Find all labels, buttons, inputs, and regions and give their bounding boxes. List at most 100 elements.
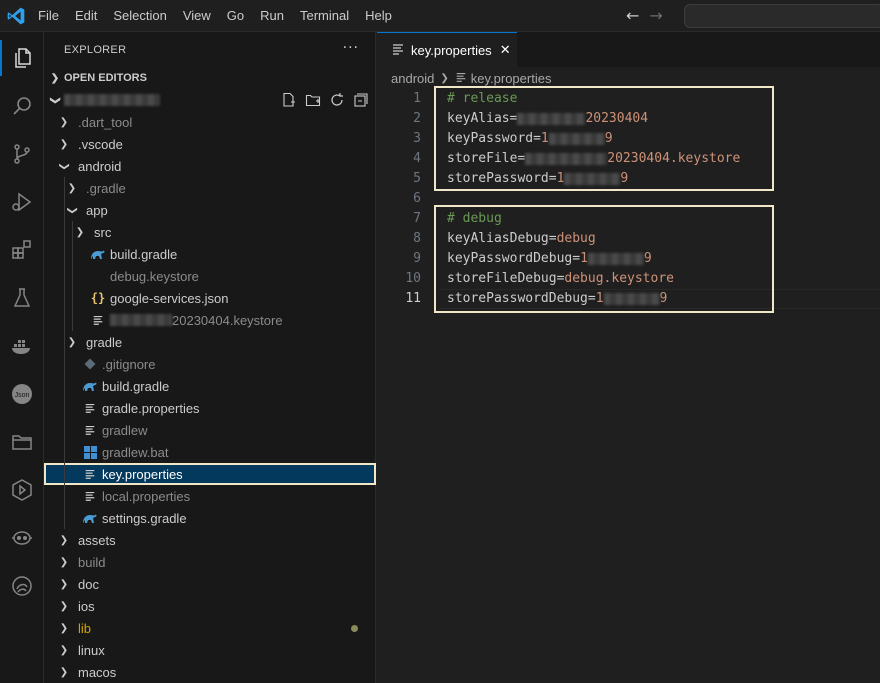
menu-view[interactable]: View	[175, 0, 219, 32]
new-file-icon[interactable]	[280, 91, 298, 109]
tree-item-label: local.properties	[102, 488, 191, 504]
tree-item[interactable]: ❯ gradle	[44, 331, 376, 353]
properties-file-icon	[391, 42, 405, 59]
tree-item[interactable]: key.properties	[44, 463, 376, 485]
tree-item[interactable]: ❯ ios	[44, 595, 376, 617]
tree-item-label: debug.keystore	[110, 268, 199, 284]
chevron-right-icon[interactable]: ❯	[56, 579, 72, 590]
tree-item[interactable]: settings.gradle	[44, 507, 376, 529]
tree-item[interactable]: ❯ .dart_tool	[44, 111, 376, 133]
forward-arrow-icon[interactable]: →	[649, 6, 662, 25]
git-diamond-icon	[82, 356, 98, 372]
indent-guide	[64, 199, 65, 221]
tree-item[interactable]: ❯ doc	[44, 573, 376, 595]
tree-item[interactable]: gradlew.bat	[44, 441, 376, 463]
chevron-right-icon[interactable]: ❯	[64, 183, 80, 194]
more-actions-icon[interactable]: ···	[343, 40, 359, 56]
tree-item[interactable]: ❯ .gradle	[44, 177, 376, 199]
chevron-down-icon: ❯	[49, 95, 61, 105]
tree-item[interactable]: local.properties	[44, 485, 376, 507]
chevron-right-icon[interactable]: ❯	[56, 557, 72, 568]
testing-flask-icon[interactable]	[0, 276, 44, 320]
chevron-down-icon[interactable]: ❯	[67, 202, 78, 218]
chevron-right-icon[interactable]: ❯	[56, 667, 72, 678]
back-arrow-icon[interactable]: ←	[626, 6, 639, 25]
chevron-right-icon[interactable]: ❯	[56, 645, 72, 656]
line-number: 6	[413, 191, 421, 206]
tree-item-label: gradlew.bat	[102, 444, 169, 460]
tree-item[interactable]: ❯ assets	[44, 529, 376, 551]
redacted-filename-prefix	[110, 314, 172, 326]
extensions-icon[interactable]	[0, 228, 44, 272]
menu-file[interactable]: File	[30, 0, 67, 32]
menu-edit[interactable]: Edit	[67, 0, 105, 32]
folder-manager-icon[interactable]	[0, 420, 44, 464]
gradle-elephant-icon	[82, 378, 98, 394]
breadcrumb-file[interactable]: key.properties	[471, 71, 552, 86]
chevron-right-icon: ❯	[50, 72, 60, 84]
command-center-search[interactable]	[684, 4, 880, 28]
indent-guide	[72, 287, 73, 309]
chevron-right-icon[interactable]: ❯	[56, 623, 72, 634]
explorer-icon[interactable]	[0, 36, 44, 80]
menu-help[interactable]: Help	[357, 0, 400, 32]
chevron-right-icon[interactable]: ❯	[56, 117, 72, 128]
tree-item[interactable]: ❯ macos	[44, 661, 376, 683]
indent-guide	[64, 463, 65, 485]
tree-item[interactable]: ❯ src	[44, 221, 376, 243]
new-folder-icon[interactable]	[304, 91, 322, 109]
menu-go[interactable]: Go	[219, 0, 252, 32]
tree-item[interactable]: ❯ build	[44, 551, 376, 573]
menu-terminal[interactable]: Terminal	[292, 0, 357, 32]
chevron-right-icon[interactable]: ❯	[56, 139, 72, 150]
indent-guide	[72, 309, 73, 331]
chevron-right-icon[interactable]: ❯	[64, 337, 80, 348]
modified-dot-icon	[351, 625, 358, 632]
menu-bar: File Edit Selection View Go Run Terminal Help	[30, 0, 400, 32]
chevron-right-icon[interactable]: ❯	[56, 535, 72, 546]
close-tab-icon[interactable]: ✕	[500, 42, 511, 58]
open-editors-section[interactable]: ❯ OPEN EDITORS	[44, 67, 376, 89]
run-debug-icon[interactable]	[0, 180, 44, 224]
menu-run[interactable]: Run	[252, 0, 292, 32]
menu-selection[interactable]: Selection	[105, 0, 174, 32]
line-number: 5	[413, 171, 421, 186]
indent-guide	[64, 485, 65, 507]
tree-item[interactable]: .gitignore	[44, 353, 376, 375]
tree-item[interactable]: debug.keystore	[44, 265, 376, 287]
tree-item[interactable]: ❯ .vscode	[44, 133, 376, 155]
copilot-icon[interactable]	[0, 516, 44, 560]
docker-icon[interactable]	[0, 324, 44, 368]
gradle-elephant-icon	[82, 510, 98, 526]
tree-item[interactable]: ❯ linux	[44, 639, 376, 661]
tree-item[interactable]: gradle.properties	[44, 397, 376, 419]
indent-guide	[64, 507, 65, 529]
source-control-icon[interactable]	[0, 132, 44, 176]
tree-item[interactable]: 20230404.keystore	[44, 309, 376, 331]
json-icon[interactable]: Json	[0, 372, 44, 416]
tree-item[interactable]: ❯ android	[44, 155, 376, 177]
debug-config-highlight	[434, 205, 774, 313]
flutter-devices-icon[interactable]	[0, 468, 44, 512]
project-name-redacted	[64, 94, 160, 106]
tree-item[interactable]: build.gradle	[44, 243, 376, 265]
breadcrumb-folder[interactable]: android	[391, 71, 434, 86]
chevron-down-icon[interactable]: ❯	[59, 158, 70, 174]
indent-guide	[64, 309, 65, 331]
refresh-icon[interactable]	[328, 91, 346, 109]
project-root-section[interactable]: ❯	[44, 89, 376, 111]
remote-explorer-icon[interactable]	[0, 564, 44, 608]
chevron-right-icon[interactable]: ❯	[56, 601, 72, 612]
tree-item[interactable]: {} google-services.json	[44, 287, 376, 309]
tree-item-label: gradle	[86, 334, 123, 350]
tree-item[interactable]: build.gradle	[44, 375, 376, 397]
tree-item[interactable]: ❯ app	[44, 199, 376, 221]
tree-item[interactable]: gradlew	[44, 419, 376, 441]
tab-key-properties[interactable]: key.properties ✕	[377, 32, 517, 67]
tree-item[interactable]: ❯ lib	[44, 617, 376, 639]
collapse-all-icon[interactable]	[352, 91, 370, 109]
tree-item-label: .gradle	[86, 180, 126, 196]
chevron-right-icon[interactable]: ❯	[72, 227, 88, 238]
indent-guide	[64, 287, 65, 309]
search-icon[interactable]	[0, 84, 44, 128]
